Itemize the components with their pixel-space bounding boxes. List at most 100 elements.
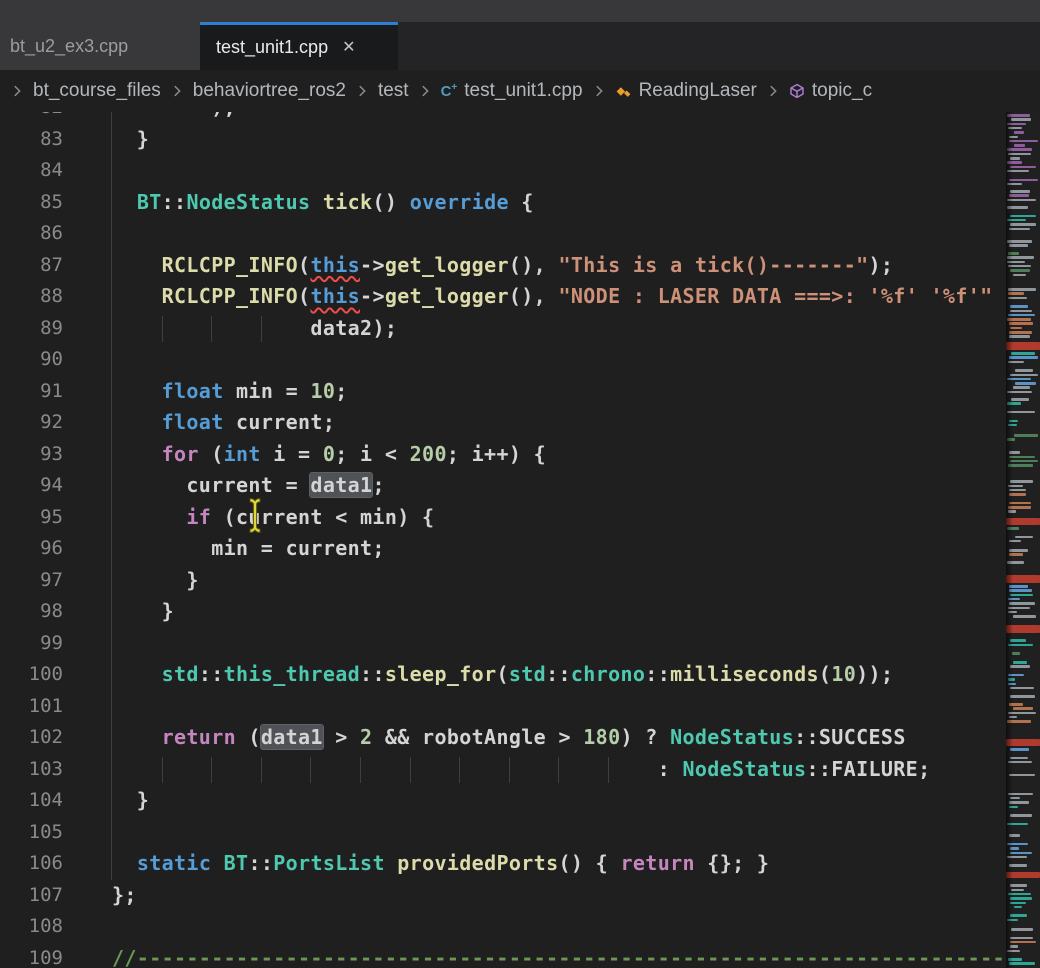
code-line-94[interactable]: 94 current = data1; — [0, 470, 1006, 502]
code-text[interactable]: } — [112, 565, 199, 597]
minimap-code-row — [1007, 148, 1032, 151]
minimap-code-row — [1009, 489, 1026, 492]
code-line-108[interactable]: 108 — [0, 911, 1006, 943]
code-line-96[interactable]: 96 min = current; — [0, 533, 1006, 565]
code-line-103[interactable]: 103 : NodeStatus::FAILURE; — [0, 754, 1006, 786]
minimap-code-row — [1008, 683, 1016, 686]
breadcrumb-item-topic_c[interactable]: topic_c — [789, 80, 872, 102]
code-text[interactable]: : NodeStatus::FAILURE; — [112, 754, 930, 786]
minimap-code-row — [1008, 288, 1036, 291]
minimap-code-row — [1010, 945, 1018, 948]
code-text[interactable]: if (current < min) { — [112, 502, 434, 534]
minimap-code-row — [1010, 852, 1032, 855]
line-number: 82 — [0, 112, 70, 124]
code-text[interactable]: RCLCPP_INFO(this->get_logger(), "NODE : … — [112, 281, 993, 313]
code-line-91[interactable]: 91 float min = 10; — [0, 376, 1006, 408]
line-number: 104 — [0, 785, 70, 817]
code-text[interactable]: }; — [112, 880, 137, 912]
minimap[interactable] — [1006, 112, 1040, 968]
line-number: 106 — [0, 848, 70, 880]
breadcrumb-label: topic_c — [812, 80, 872, 102]
tab-bt_u2_ex3.cpp[interactable]: bt_u2_ex3.cpp — [0, 22, 200, 70]
code-line-104[interactable]: 104 } — [0, 785, 1006, 817]
code-line-106[interactable]: 106 static BT::PortsList providedPorts()… — [0, 848, 1006, 880]
code-line-90[interactable]: 90 — [0, 344, 1006, 376]
minimap-code-row — [1008, 314, 1035, 317]
code-text[interactable]: for (int i = 0; i < 200; i++) { — [112, 439, 546, 471]
minimap-code-row — [1013, 661, 1027, 664]
minimap-error-mark — [1006, 739, 1040, 746]
code-line-105[interactable]: 105 — [0, 817, 1006, 849]
code-line-89[interactable]: 89 data2); — [0, 313, 1006, 345]
code-text[interactable]: RCLCPP_INFO(this->get_logger(), "This is… — [112, 250, 893, 282]
minimap-code-row — [1010, 902, 1026, 905]
code-line-97[interactable]: 97 } — [0, 565, 1006, 597]
code-text[interactable]: BT::NodeStatus tick() override { — [112, 187, 534, 219]
code-line-93[interactable]: 93 for (int i = 0; i < 200; i++) { — [0, 439, 1006, 471]
line-number: 90 — [0, 344, 70, 376]
code-text[interactable]: min = current; — [112, 533, 385, 565]
code-line-85[interactable]: 85 BT::NodeStatus tick() override { — [0, 187, 1006, 219]
tab-close-icon[interactable]: ✕ — [342, 40, 355, 56]
breadcrumb-item-behaviortree_ros2[interactable]: behaviortree_ros2 — [193, 80, 346, 102]
breadcrumb-label: bt_course_files — [33, 80, 161, 102]
minimap-code-row — [1009, 356, 1038, 359]
minimap-code-row — [1009, 228, 1030, 231]
code-text[interactable]: //--------------------------------------… — [112, 943, 1006, 968]
minimap-code-row — [1010, 157, 1020, 160]
code-text[interactable]: static BT::PortsList providedPorts() { r… — [112, 848, 769, 880]
tab-test_unit1.cpp[interactable]: test_unit1.cpp✕ — [200, 22, 398, 70]
line-number: 89 — [0, 313, 70, 345]
code-line-86[interactable]: 86 — [0, 218, 1006, 250]
code-text[interactable]: } — [112, 785, 149, 817]
minimap-code-row — [1010, 695, 1035, 698]
code-line-82[interactable]: 82 ); — [0, 112, 1006, 124]
code-text[interactable]: float min = 10; — [112, 376, 348, 408]
minimap-code-row — [1008, 958, 1022, 961]
code-editor[interactable]: 82 );83 }8485 BT::NodeStatus tick() over… — [0, 112, 1006, 968]
breadcrumb-item-bt_course_files[interactable]: bt_course_files — [33, 80, 161, 102]
code-line-100[interactable]: 100 std::this_thread::sleep_for(std::chr… — [0, 659, 1006, 691]
code-text[interactable]: return (data1 > 2 && robotAngle > 180) ?… — [112, 722, 906, 754]
code-line-92[interactable]: 92 float current; — [0, 407, 1006, 439]
minimap-code-row — [1010, 665, 1030, 668]
minimap-code-row — [1009, 540, 1021, 543]
minimap-code-row — [1008, 252, 1019, 255]
code-line-102[interactable]: 102 return (data1 > 2 && robotAngle > 18… — [0, 722, 1006, 754]
breadcrumb-item-ReadingLaser[interactable]: ReadingLaser — [615, 80, 757, 102]
minimap-code-row — [1007, 823, 1028, 826]
code-line-95[interactable]: 95 if (current < min) { — [0, 502, 1006, 534]
line-number: 93 — [0, 439, 70, 471]
code-line-107[interactable]: 107}; — [0, 880, 1006, 912]
line-number: 86 — [0, 218, 70, 250]
code-line-99[interactable]: 99 — [0, 628, 1006, 660]
minimap-code-row — [1010, 223, 1036, 226]
breadcrumb-item-test_unit1.cpp[interactable]: C+test_unit1.cpp — [441, 80, 583, 102]
breadcrumb-item-test[interactable]: test — [378, 80, 409, 102]
code-text[interactable]: std::this_thread::sleep_for(std::chrono:… — [112, 659, 893, 691]
code-line-88[interactable]: 88 RCLCPP_INFO(this->get_logger(), "NODE… — [0, 281, 1006, 313]
code-line-98[interactable]: 98 } — [0, 596, 1006, 628]
minimap-code-row — [1007, 256, 1034, 259]
code-line-83[interactable]: 83 } — [0, 124, 1006, 156]
code-text[interactable]: float current; — [112, 407, 335, 439]
minimap-code-row — [1013, 615, 1036, 618]
breadcrumb: bt_course_files behaviortree_ros2 test C+te… — [0, 70, 1040, 112]
code-line-101[interactable]: 101 — [0, 691, 1006, 723]
minimap-code-row — [1007, 114, 1030, 117]
minimap-code-row — [1010, 166, 1036, 169]
line-number: 109 — [0, 943, 70, 968]
code-text[interactable]: } — [112, 124, 149, 156]
code-text[interactable]: ); — [112, 112, 236, 124]
line-number: 91 — [0, 376, 70, 408]
code-line-87[interactable]: 87 RCLCPP_INFO(this->get_logger(), "This… — [0, 250, 1006, 282]
minimap-code-row — [1008, 292, 1024, 295]
code-line-109[interactable]: 109 //-----------------------------------… — [0, 943, 1006, 968]
breadcrumb-label: test_unit1.cpp — [464, 80, 582, 102]
minimap-code-row — [1010, 847, 1019, 850]
code-text[interactable]: } — [112, 596, 174, 628]
code-text[interactable]: data2); — [112, 313, 397, 345]
code-line-84[interactable]: 84 — [0, 155, 1006, 187]
line-number: 94 — [0, 470, 70, 502]
minimap-code-row — [1009, 602, 1035, 605]
